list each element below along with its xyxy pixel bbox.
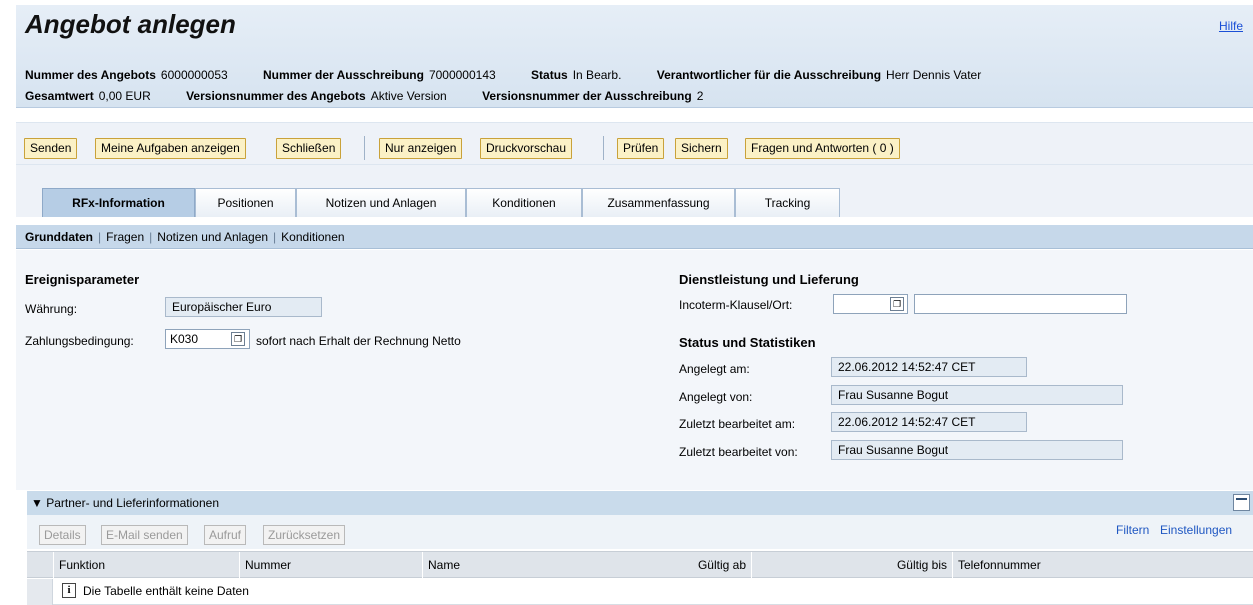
rfx-version-value: 2 [696, 89, 704, 103]
subnav-konditionen[interactable]: Konditionen [281, 230, 344, 244]
row-selector[interactable] [27, 579, 53, 605]
subnav-grunddaten[interactable]: Grunddaten [25, 230, 93, 244]
total-value: 0,00 EUR [98, 89, 151, 103]
expand-triangle-icon: ▼ [31, 496, 43, 510]
created-by-field: Frau Susanne Bogut [831, 385, 1123, 405]
tab-notizen-anlagen[interactable]: Notizen und Anlagen [296, 188, 466, 217]
event-params-title: Ereignisparameter [25, 272, 140, 287]
display-only-button[interactable]: Nur anzeigen [379, 138, 463, 159]
header-info-row-2: Gesamtwert 0,00 EUR Versionsnummer des An… [25, 89, 735, 103]
subnav-notizen-anlagen[interactable]: Notizen und Anlagen [157, 230, 268, 244]
toolbar-separator [364, 136, 365, 160]
column-header-telefonnummer[interactable]: Telefonnummer [952, 552, 1253, 578]
created-on-label: Angelegt am: [679, 362, 750, 376]
total-value-label: Gesamtwert [25, 89, 94, 103]
action-toolbar: Senden Meine Aufgaben anzeigen Schließen… [16, 122, 1253, 165]
empty-table-message: Die Tabelle enthält keine Daten [83, 584, 249, 598]
column-header-gueltig-ab[interactable]: Gültig ab [566, 552, 751, 578]
currency-label: Währung: [25, 302, 78, 316]
send-email-button[interactable]: E-Mail senden [101, 525, 188, 545]
toolbar-separator [603, 136, 604, 160]
rfx-version-label: Versionsnummer der Ausschreibung [482, 89, 692, 103]
call-button[interactable]: Aufruf [204, 525, 247, 545]
quote-number-value: 6000000053 [160, 68, 228, 82]
status-stats-title: Status und Statistiken [679, 335, 816, 350]
created-by-label: Angelegt von: [679, 390, 753, 404]
responsible-value: Herr Dennis Vater [886, 68, 982, 82]
tab-tracking[interactable]: Tracking [735, 188, 840, 217]
rfx-number-label: Nummer der Ausschreibung [263, 68, 424, 82]
questions-answers-button[interactable]: Fragen und Antworten ( 0 ) [745, 138, 900, 159]
reset-button[interactable]: Zurücksetzen [263, 525, 346, 545]
settings-link[interactable]: Einstellungen [1160, 523, 1232, 537]
partner-table-header: Funktion Nummer Name Gültig ab Gültig bi… [27, 551, 1253, 578]
value-help-icon[interactable]: ❐ [890, 297, 904, 311]
info-icon: i [62, 583, 76, 598]
partner-toolbar: Details E-Mail senden Aufruf Zurücksetze… [27, 515, 1253, 549]
created-on-field: 22.06.2012 14:52:47 CET [831, 357, 1027, 377]
changed-on-field: 22.06.2012 14:52:47 CET [831, 412, 1027, 432]
changed-on-label: Zuletzt bearbeitet am: [679, 417, 796, 431]
tab-konditionen[interactable]: Konditionen [466, 188, 582, 217]
partner-panel-header[interactable]: ▼ Partner- und Lieferinformationen [27, 491, 1253, 515]
table-row: i Die Tabelle enthält keine Daten [27, 579, 1253, 605]
tab-positionen[interactable]: Positionen [195, 188, 296, 217]
my-tasks-button[interactable]: Meine Aufgaben anzeigen [95, 138, 246, 159]
quote-version-label: Versionsnummer des Angebots [186, 89, 366, 103]
quote-number-label: Nummer des Angebots [25, 68, 156, 82]
quote-version-value: Aktive Version [370, 89, 447, 103]
close-button[interactable]: Schließen [276, 138, 342, 159]
changed-by-field: Frau Susanne Bogut [831, 440, 1123, 460]
status-label: Status [531, 68, 568, 82]
print-preview-button[interactable]: Druckvorschau [480, 138, 573, 159]
header-info-row-1: Nummer des Angebots 6000000053 Nummer der… [25, 68, 1013, 82]
page-header: Angebot anlegen Hilfe Nummer des Angebot… [16, 5, 1253, 108]
payment-terms-label: Zahlungsbedingung: [25, 334, 134, 348]
payment-terms-text: sofort nach Erhalt der Rechnung Netto [256, 334, 461, 348]
column-header-nummer[interactable]: Nummer [239, 552, 422, 578]
value-help-icon[interactable]: ❐ [231, 332, 245, 346]
subnav-fragen[interactable]: Fragen [106, 230, 144, 244]
partner-panel-title: Partner- und Lieferinformationen [46, 496, 219, 510]
filter-link[interactable]: Filtern [1116, 523, 1149, 537]
save-button[interactable]: Sichern [675, 138, 728, 159]
rfx-number-value: 7000000143 [428, 68, 496, 82]
tab-rfx-information[interactable]: RFx-Information [42, 188, 195, 217]
tab-zusammenfassung[interactable]: Zusammenfassung [582, 188, 735, 217]
basic-data-content: Ereignisparameter Währung: Europäischer … [16, 250, 1253, 490]
send-button[interactable]: Senden [24, 138, 78, 159]
column-header-gueltig-bis[interactable]: Gültig bis [751, 552, 952, 578]
responsible-label: Verantwortlicher für die Ausschreibung [656, 68, 882, 82]
delivery-title: Dienstleistung und Lieferung [679, 272, 859, 287]
sub-navigation: Grunddaten | Fragen | Notizen und Anlagen | Ko… [16, 225, 1253, 249]
page-title: Angebot anlegen [25, 9, 236, 39]
minimize-icon[interactable] [1233, 494, 1250, 511]
check-button[interactable]: Prüfen [617, 138, 665, 159]
incoterm-label: Incoterm-Klausel/Ort: [679, 298, 793, 312]
details-button[interactable]: Details [39, 525, 86, 545]
help-link[interactable]: Hilfe [1219, 19, 1243, 33]
changed-by-label: Zuletzt bearbeitet von: [679, 445, 798, 459]
column-header-funktion[interactable]: Funktion [53, 552, 239, 578]
incoterm-location-input[interactable] [914, 294, 1127, 314]
currency-field: Europäischer Euro [165, 297, 322, 317]
status-value: In Bearb. [572, 68, 622, 82]
